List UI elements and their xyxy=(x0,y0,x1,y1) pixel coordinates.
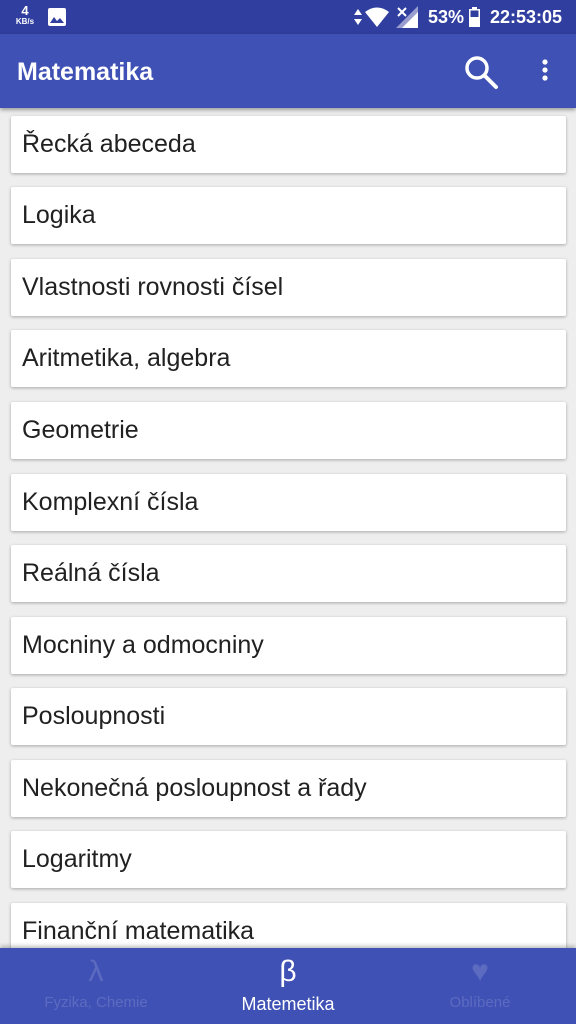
bottom-navigation: λ Fyzika, Chemie β Matemetika ♥ Oblíbené xyxy=(0,948,576,1024)
network-speed-unit: KB/s xyxy=(15,17,35,26)
cell-signal-icon xyxy=(396,6,418,28)
tab-label: Oblíbené xyxy=(449,994,511,1011)
tab-fyzika-chemie[interactable]: λ Fyzika, Chemie xyxy=(0,948,192,1024)
list-item-label: Nekonečná posloupnost a řady xyxy=(22,774,367,802)
status-bar: 4 KB/s 53% 22:53:05 xyxy=(0,0,576,34)
list-item-label: Řecká abeceda xyxy=(22,130,196,158)
list-item-mocniny-a-odmocniny[interactable]: Mocniny a odmocniny xyxy=(11,617,566,674)
wifi-icon xyxy=(365,7,389,27)
list-item-label: Logika xyxy=(22,201,96,229)
list-item-label: Vlastnosti rovnosti čísel xyxy=(22,273,284,301)
list-item-label: Logaritmy xyxy=(22,845,132,873)
network-speed-value: 4 xyxy=(21,3,29,18)
tab-matematika[interactable]: β Matemetika xyxy=(192,948,384,1024)
tab-label: Fyzika, Chemie xyxy=(44,994,148,1011)
battery-icon xyxy=(469,7,480,27)
list-item-logaritmy[interactable]: Logaritmy xyxy=(11,831,566,888)
list-item-label: Reálná čísla xyxy=(22,559,160,587)
battery-percent: 53% xyxy=(428,7,465,27)
lambda-icon: λ xyxy=(88,955,104,988)
status-clock: 22:53:05 xyxy=(490,7,563,27)
network-speed: 4 KB/s xyxy=(12,4,38,26)
more-options-button[interactable] xyxy=(532,54,558,90)
list-item-komplexni-cisla[interactable]: Komplexní čísla xyxy=(11,474,566,531)
app-bar: Matematika xyxy=(0,34,576,108)
list-item-geometrie[interactable]: Geometrie xyxy=(11,402,566,459)
list-item-financni-matematika[interactable]: Finanční matematika xyxy=(11,903,566,948)
list-item-aritmetika-algebra[interactable]: Aritmetika, algebra xyxy=(11,330,566,387)
list-item-label: Posloupnosti xyxy=(22,702,166,730)
page-title: Matematika xyxy=(17,58,154,86)
list-item-label: Komplexní čísla xyxy=(22,488,199,516)
list-item-vlastnosti-rovnosti-cisel[interactable]: Vlastnosti rovnosti čísel xyxy=(11,259,566,316)
search-icon xyxy=(465,56,498,89)
list-item-label: Geometrie xyxy=(22,416,139,444)
list-item-logika[interactable]: Logika xyxy=(11,187,566,244)
data-transfer-icon xyxy=(354,9,362,25)
beta-icon: β xyxy=(279,955,297,988)
list-item-recka-abeceda[interactable]: Řecká abeceda xyxy=(11,116,566,173)
list-item-label: Finanční matematika xyxy=(22,917,255,945)
list-item-label: Mocniny a odmocniny xyxy=(22,631,264,659)
search-button[interactable] xyxy=(463,54,499,90)
topic-list: Řecká abeceda Logika Vlastnosti rovnosti… xyxy=(0,108,576,948)
list-item-label: Aritmetika, algebra xyxy=(22,344,231,372)
list-item-realna-cisla[interactable]: Reálná čísla xyxy=(11,545,566,602)
more-vert-icon xyxy=(542,59,548,81)
list-item-posloupnosti[interactable]: Posloupnosti xyxy=(11,688,566,745)
list-item-nekonecna-posloupnost-a-rady[interactable]: Nekonečná posloupnost a řady xyxy=(11,760,566,817)
tab-label: Matemetika xyxy=(241,994,335,1014)
heart-icon: ♥ xyxy=(471,955,489,988)
image-icon xyxy=(48,8,66,26)
tab-oblibene[interactable]: ♥ Oblíbené xyxy=(384,948,576,1024)
